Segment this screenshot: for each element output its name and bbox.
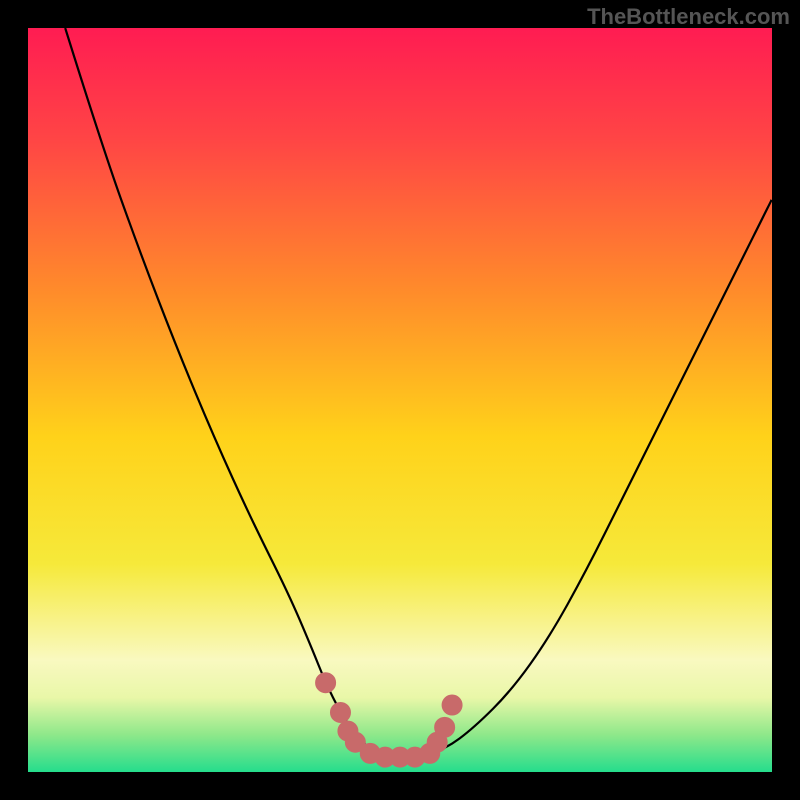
gradient-background	[28, 28, 772, 772]
curve-marker	[442, 695, 462, 715]
curve-marker	[316, 673, 336, 693]
curve-marker	[330, 702, 350, 722]
watermark-text: TheBottleneck.com	[587, 4, 790, 30]
chart-container: TheBottleneck.com	[0, 0, 800, 800]
curve-marker	[435, 717, 455, 737]
bottleneck-chart	[28, 28, 772, 772]
plot-area	[28, 28, 772, 772]
